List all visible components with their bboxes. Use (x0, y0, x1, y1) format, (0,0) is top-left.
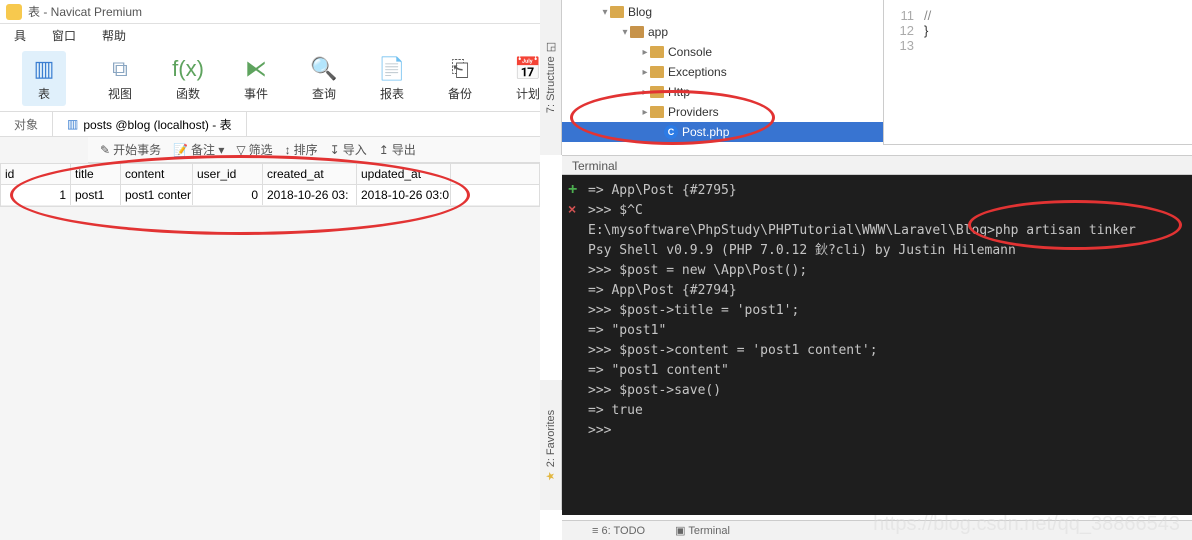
col-user-id[interactable]: user_id (193, 164, 263, 184)
cell-updated-at[interactable]: 2018-10-26 03:0 (357, 185, 451, 205)
toolbar-btn[interactable]: ✎开始事务 (100, 141, 161, 158)
tree-item-post-php[interactable]: CPost.php (562, 122, 883, 142)
ide-pane: 7: Structure ◱ ★ 2: Favorites ▾Blog▾app▸… (540, 0, 1192, 540)
tab-terminal[interactable]: ▣ Terminal (675, 524, 730, 537)
chevron-icon: ▾ (620, 27, 630, 38)
code-editor[interactable]: 111213 // } (884, 0, 1192, 145)
col-title[interactable]: title (71, 164, 121, 184)
ribbon-icon: ⧔ (242, 55, 270, 83)
tree-item-app[interactable]: ▾app (562, 22, 883, 42)
folder-icon (610, 6, 624, 18)
window-title-bar: 表 - Navicat Premium (0, 0, 540, 24)
tree-item-console[interactable]: ▸Console (562, 42, 883, 62)
folder-icon (630, 26, 644, 38)
ribbon-视图[interactable]: ⧉视图 (106, 51, 134, 106)
chevron-icon: ▾ (600, 7, 610, 18)
structure-icon: ◱ (544, 42, 557, 52)
ribbon-备份[interactable]: ⎗备份 (446, 51, 474, 106)
favorites-tool-tab[interactable]: ★ 2: Favorites (540, 380, 562, 510)
ribbon-查询[interactable]: 🔍查询 (310, 51, 338, 106)
folder-icon (650, 46, 664, 58)
ribbon-表[interactable]: ▥表 (22, 51, 66, 106)
menu-bar: 具 窗口 帮助 (0, 24, 540, 46)
line-gutter: 111213 (884, 8, 924, 144)
folder-icon (650, 66, 664, 78)
folder-icon (650, 106, 664, 118)
tab-objects[interactable]: 对象 (0, 112, 53, 136)
navicat-app-icon (6, 4, 22, 20)
close-terminal-icon[interactable]: × (568, 201, 576, 217)
ribbon-icon: 🔍 (310, 55, 338, 83)
watermark: https://blog.csdn.net/qq_38866543 (873, 513, 1180, 536)
class-file-icon: C (664, 125, 678, 139)
ribbon-函数[interactable]: f(x)函数 (174, 51, 202, 106)
toolbar-btn[interactable]: 📝备注 ▾ (173, 141, 224, 158)
col-created-at[interactable]: created_at (263, 164, 357, 184)
ribbon-icon: ⎗ (446, 55, 474, 83)
ribbon-计划[interactable]: 📅计划 (514, 51, 542, 106)
menu-window[interactable]: 窗口 (52, 27, 76, 44)
tree-item-http[interactable]: ▸Http (562, 82, 883, 102)
ribbon-icon: 📄 (378, 55, 406, 83)
col-content[interactable]: content (121, 164, 193, 184)
chevron-icon: ▸ (640, 87, 650, 98)
grid-header: id title content user_id created_at upda… (1, 164, 539, 185)
ribbon-icon: f(x) (174, 55, 202, 83)
project-tree: ▾Blog▾app▸Console▸Exceptions▸Http▸Provid… (562, 0, 884, 145)
chevron-icon: ▸ (640, 67, 650, 78)
terminal-output[interactable]: => App\Post {#2795} >>> $^C E:\mysoftwar… (562, 175, 1192, 515)
code-area[interactable]: // } (924, 8, 931, 144)
chevron-icon: ▸ (640, 47, 650, 58)
ribbon-toolbar: ▥表 ⧉视图 f(x)函数 ⧔事件 🔍查询 📄报表 ⎗备份 📅计划 (0, 46, 540, 111)
toolbar-btn[interactable]: ↧导入 (330, 141, 367, 158)
tree-item-providers[interactable]: ▸Providers (562, 102, 883, 122)
navicat-pane: 表 - Navicat Premium 具 窗口 帮助 ▥表 ⧉视图 f(x)函数 ⧔… (0, 0, 540, 540)
table-icon: ▥ (67, 117, 78, 131)
col-id[interactable]: id (1, 164, 71, 184)
structure-tool-tab[interactable]: 7: Structure ◱ (540, 0, 562, 155)
tree-item-exceptions[interactable]: ▸Exceptions (562, 62, 883, 82)
toolbar-btn[interactable]: ↥导出 (379, 141, 416, 158)
menu-help[interactable]: 帮助 (102, 27, 126, 44)
tree-item-blog[interactable]: ▾Blog (562, 2, 883, 22)
table-toolbar: ✎开始事务 📝备注 ▾ ▽筛选 ↕排序 ↧导入 ↥导出 (88, 137, 540, 163)
menu-tools[interactable]: 具 (14, 27, 26, 44)
folder-icon (650, 86, 664, 98)
cell-created-at[interactable]: 2018-10-26 03: (263, 185, 357, 205)
tab-todo[interactable]: ≡ 6: TODO (592, 525, 645, 537)
ribbon-icon: 📅 (514, 55, 542, 83)
cell-title[interactable]: post1 (71, 185, 121, 205)
star-icon: ★ (544, 471, 557, 481)
ribbon-事件[interactable]: ⧔事件 (242, 51, 270, 106)
cell-content[interactable]: post1 conter (121, 185, 193, 205)
col-updated-at[interactable]: updated_at (357, 164, 451, 184)
new-terminal-icon[interactable]: + (568, 181, 577, 199)
toolbar-btn[interactable]: ↕排序 (285, 141, 318, 158)
document-tabs: 对象 ▥ posts @blog (localhost) - 表 (0, 111, 540, 137)
ribbon-icon: ⧉ (106, 55, 134, 83)
tab-posts-table[interactable]: ▥ posts @blog (localhost) - 表 (53, 112, 247, 136)
chevron-icon: ▸ (640, 107, 650, 118)
data-grid: id title content user_id created_at upda… (0, 163, 540, 207)
cell-id[interactable]: 1 (1, 185, 71, 205)
cell-user-id[interactable]: 0 (193, 185, 263, 205)
terminal-header[interactable]: Terminal (562, 155, 1192, 175)
toolbar-btn[interactable]: ▽筛选 (236, 141, 272, 158)
window-title: 表 - Navicat Premium (28, 3, 142, 20)
table-row[interactable]: 1 post1 post1 conter 0 2018-10-26 03: 20… (1, 185, 539, 206)
ribbon-icon: ▥ (30, 55, 58, 83)
ribbon-报表[interactable]: 📄报表 (378, 51, 406, 106)
